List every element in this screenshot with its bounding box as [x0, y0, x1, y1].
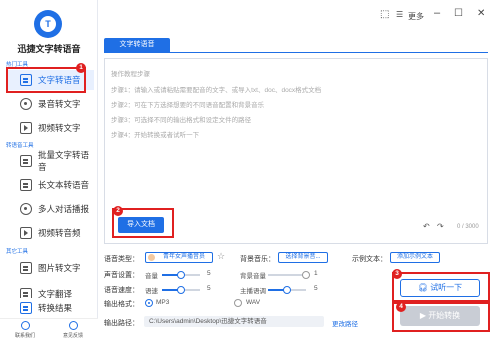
format-mp3-radio[interactable]	[145, 299, 153, 307]
change-path-link[interactable]: 更改路径	[332, 318, 358, 328]
people-icon	[20, 203, 32, 215]
image-icon	[20, 262, 32, 274]
maximize-icon[interactable]: ☐	[454, 8, 463, 19]
sidebar: T 迅捷文字转语音 热门工具 文字转语音 录音转文字 视频转文字 转语音工具 批…	[0, 0, 98, 341]
sidebar-bottom-bar: 联系我们 意见反馈	[0, 318, 98, 341]
editor-step1: 步骤1：请输入或请粘贴需要配音的文字、或导入txt、doc、docx格式文档	[111, 87, 322, 94]
section-other-title: 其它工具	[6, 249, 29, 255]
format-wav-radio[interactable]	[234, 299, 242, 307]
section-convert-title: 转语音工具	[6, 143, 34, 149]
editor-step3: 步骤3：可选择不同的输出格式和设定文件的路径	[111, 117, 252, 124]
volume-label: 音量	[145, 273, 158, 280]
feedback-button[interactable]: 意见反馈	[58, 321, 88, 339]
video-audio-icon	[20, 227, 32, 239]
sidebar-item-video-to-audio[interactable]: 视频转音频	[8, 223, 94, 243]
feedback-icon	[68, 321, 78, 330]
sidebar-item-dialogue[interactable]: 多人对话播报	[8, 199, 94, 219]
bg-music-label: 背景音乐：	[240, 256, 275, 263]
sample-text-label: 示例文本：	[352, 256, 387, 263]
step-badge-1: 1	[76, 63, 86, 73]
voice-avatar	[148, 254, 155, 261]
sidebar-item-video-to-text[interactable]: 视频转文字	[8, 118, 94, 138]
sound-settings-label: 声音设置：	[104, 272, 139, 279]
char-counter: 0 / 3000	[457, 224, 479, 230]
contact-button[interactable]: 联系我们	[10, 321, 40, 339]
voice-type-label: 语音类型：	[104, 256, 139, 263]
app-title: 迅捷文字转语音	[17, 44, 81, 54]
more-menu-label[interactable]: 更多	[408, 11, 424, 22]
star-icon[interactable]: ☆	[217, 251, 225, 262]
sidebar-item-image-to-text[interactable]: 图片转文字	[8, 258, 94, 278]
volume-value: 5	[207, 270, 211, 277]
sidebar-item-long-text[interactable]: 长文本转语音	[8, 175, 94, 195]
batch-icon	[20, 155, 32, 167]
format-mp3-label: MP3	[156, 299, 170, 306]
highlight-box-1	[6, 67, 86, 93]
editor-step4: 步骤4：开始转换或者试听一下	[111, 132, 200, 139]
step-badge-3: 3	[392, 269, 402, 279]
output-path-field[interactable]: C:\Users\admin\Desktop\迅捷文字转语音	[144, 316, 324, 327]
pitch-value: 5	[314, 285, 318, 292]
title-bar: ⬚ ☰ 更多 – ☐ ✕	[98, 0, 500, 32]
highlight-box-4	[392, 302, 490, 332]
speed-value: 5	[207, 285, 211, 292]
sidebar-item-recording-to-text[interactable]: 录音转文字	[8, 94, 94, 114]
bg-volume-label: 背景音量	[240, 273, 266, 280]
tab-text-to-speech[interactable]: 文字转语音	[104, 38, 170, 52]
highlight-box-3	[392, 272, 490, 302]
bg-music-button[interactable]: 选择背景音...	[278, 252, 328, 263]
pin-icon[interactable]: ⬚	[380, 9, 389, 20]
volume-slider[interactable]	[162, 271, 200, 279]
step-badge-4: 4	[396, 302, 406, 312]
microphone-icon	[20, 98, 32, 110]
minimize-icon[interactable]: –	[434, 7, 440, 19]
video-icon	[20, 122, 32, 134]
bg-volume-slider[interactable]	[268, 271, 310, 279]
undo-icon[interactable]: ↶	[423, 222, 430, 231]
voice-speed-label: 语音速度：	[104, 287, 139, 294]
add-sample-button[interactable]: 添加示例文本	[390, 252, 440, 263]
pitch-label: 主播语调	[240, 288, 266, 295]
pitch-slider[interactable]	[268, 286, 306, 294]
format-wav-label: WAV	[246, 299, 261, 306]
output-format-label: 输出格式：	[104, 301, 139, 308]
close-icon[interactable]: ✕	[477, 8, 485, 19]
sidebar-item-batch-tts[interactable]: 批量文字转语音	[8, 150, 94, 172]
sidebar-item-results[interactable]: 转换结果	[8, 298, 94, 318]
step-badge-2: 2	[113, 206, 123, 216]
editor-step2: 步骤2：可在下方选择想要的不同语音配置和背景音乐	[111, 102, 265, 109]
more-icon[interactable]: ☰	[396, 10, 403, 19]
speed-label: 语速	[145, 288, 158, 295]
speed-slider[interactable]	[162, 286, 200, 294]
logo-icon: T	[34, 10, 62, 38]
long-text-icon	[20, 179, 32, 191]
voice-select-button[interactable]: 青年女声播音员	[145, 252, 213, 263]
editor-title: 操作教程步骤	[111, 71, 150, 78]
redo-icon[interactable]: ↷	[437, 222, 444, 231]
bg-volume-value: 1	[314, 270, 318, 277]
results-icon	[20, 302, 32, 314]
output-path-label: 输出路径：	[104, 320, 139, 327]
contact-icon	[20, 321, 30, 330]
tab-underline	[104, 52, 488, 53]
